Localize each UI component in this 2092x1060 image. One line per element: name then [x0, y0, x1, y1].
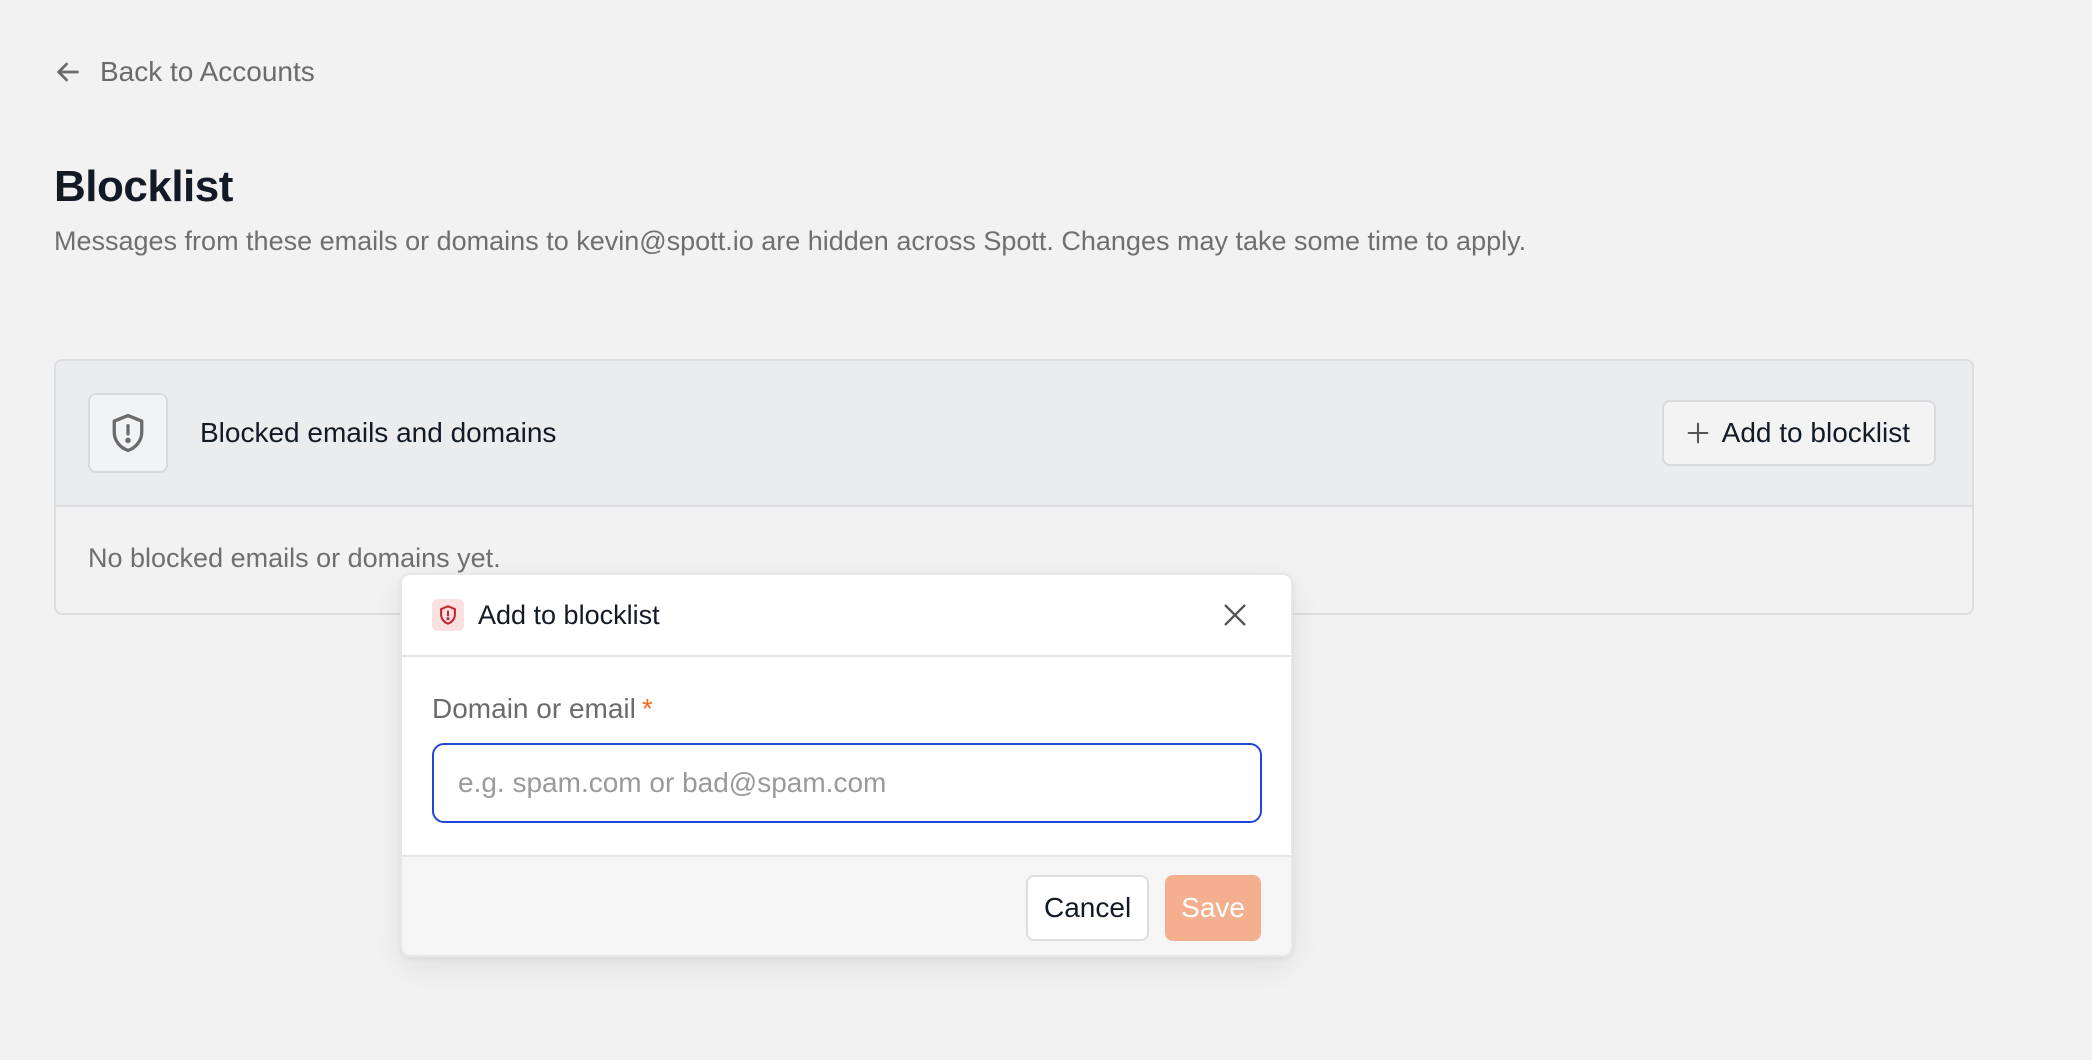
card-header: Blocked emails and domains Add to blockl… — [56, 361, 1972, 507]
domain-field-label: Domain or email * — [432, 693, 1261, 725]
back-to-accounts-link[interactable]: Back to Accounts — [52, 56, 315, 88]
dialog-header: Add to blocklist — [402, 575, 1291, 657]
card-title: Blocked emails and domains — [200, 417, 557, 448]
page: Back to Accounts Blocklist Messages from… — [0, 0, 2092, 1060]
dialog-footer: Cancel Save — [402, 855, 1291, 955]
required-marker: * — [641, 693, 653, 724]
domain-field-label-text: Domain or email — [432, 693, 636, 724]
save-button[interactable]: Save — [1165, 875, 1261, 941]
dialog-body: Domain or email * — [402, 657, 1291, 855]
empty-state-text: No blocked emails or domains yet. — [88, 543, 501, 573]
dialog-icon-box — [432, 599, 464, 631]
add-to-blocklist-button[interactable]: Add to blocklist — [1661, 400, 1936, 466]
card-icon-box — [88, 393, 168, 473]
cancel-button[interactable]: Cancel — [1026, 875, 1150, 941]
arrow-left-icon — [57, 62, 79, 82]
domain-or-email-input[interactable] — [432, 743, 1262, 823]
page-subtitle: Messages from these emails or domains to… — [54, 226, 1527, 256]
plus-icon — [1687, 422, 1709, 444]
dialog-title: Add to blocklist — [478, 599, 660, 630]
add-to-blocklist-dialog: Add to blocklist Domain or email* Cancel… — [400, 573, 1293, 957]
back-link-label: Back to Accounts — [100, 56, 315, 87]
add-button-label: Add to blocklist — [1721, 417, 1910, 448]
shield-alert-icon — [440, 605, 456, 625]
page-title: Blocklist — [54, 162, 233, 211]
shield-alert-icon — [112, 413, 144, 453]
close-icon[interactable] — [1219, 599, 1251, 631]
